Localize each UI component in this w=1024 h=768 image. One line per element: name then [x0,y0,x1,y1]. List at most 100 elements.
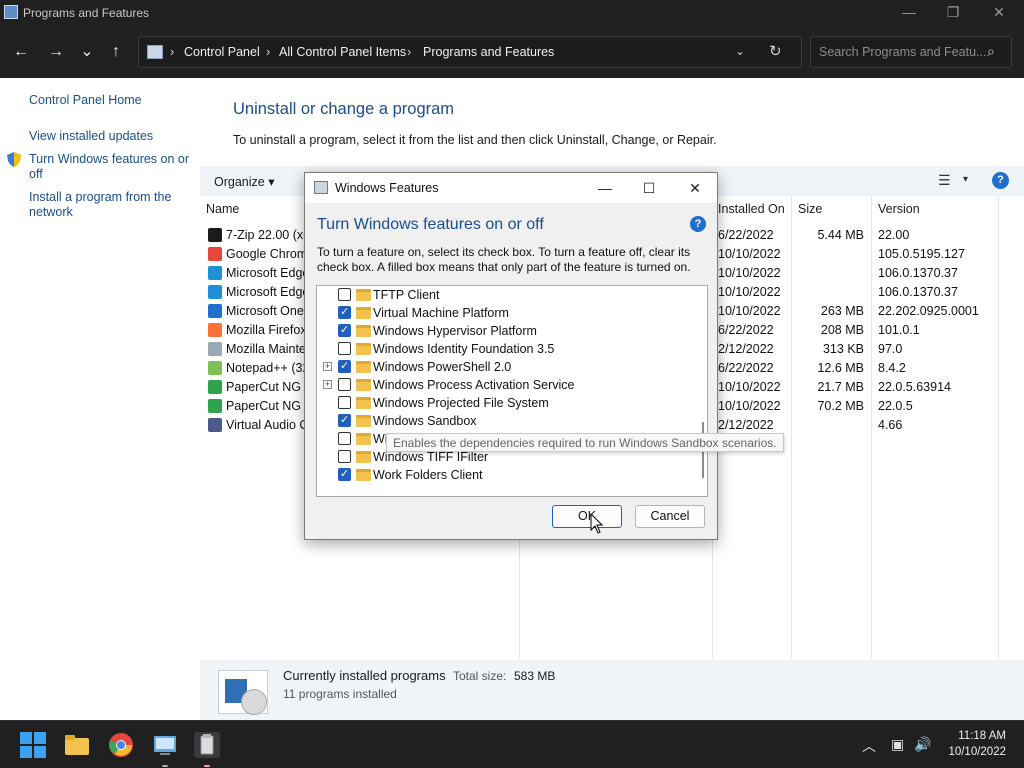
column-header-version[interactable]: Version [878,202,920,216]
feature-label: Virtual Machine Platform [373,306,509,320]
taskbar: ︿ ▣ 🔊 11:18 AM 10/10/2022 [0,720,1024,768]
breadcrumb-all-items[interactable]: All Control Panel Items [279,45,406,59]
feature-checkbox[interactable] [338,450,351,463]
feature-item[interactable]: Virtual Machine Platform [317,304,697,322]
feature-checkbox[interactable] [338,396,351,409]
program-size: 208 MB [820,323,864,337]
breadcrumb-programs-features[interactable]: Programs and Features [423,45,554,59]
address-bar[interactable]: › Control Panel › All Control Panel Item… [138,36,802,68]
feature-checkbox[interactable] [338,342,351,355]
search-box[interactable]: Search Programs and Featu... ⌕ [810,36,1012,68]
program-icon [208,228,222,242]
expand-icon[interactable]: + [323,362,332,371]
feature-label: Windows Sandbox [373,414,477,428]
feature-checkbox[interactable] [338,323,351,337]
control-panel-taskbar-icon[interactable] [152,732,178,758]
dialog-maximize-button[interactable]: ☐ [629,176,669,200]
feature-checkbox[interactable] [338,359,351,373]
feature-item[interactable]: Windows Hypervisor Platform [317,322,697,340]
column-header-size[interactable]: Size [798,202,822,216]
feature-label: Windows Identity Foundation 3.5 [373,342,555,356]
forward-button[interactable]: → [43,40,69,64]
help-icon[interactable]: ? [992,172,1009,189]
control-panel-home-link[interactable]: Control Panel Home [29,93,142,108]
feature-label: Windows PowerShell 2.0 [373,360,512,374]
tree-scrollbar[interactable] [698,286,707,496]
chrome-icon[interactable] [108,732,134,758]
recent-locations-button[interactable]: ⌄ [74,40,100,64]
cancel-button[interactable]: Cancel [635,505,705,528]
breadcrumb-separator-icon[interactable]: › [266,44,270,59]
feature-checkbox[interactable] [338,378,351,391]
program-version: 22.202.0925.0001 [878,304,979,318]
feature-checkbox[interactable] [338,288,351,301]
address-dropdown-icon[interactable]: ⌄ [735,44,745,58]
program-icon [208,380,222,394]
features-tree[interactable]: TFTP Client Virtual Machine Platform Windo… [316,285,708,497]
start-button[interactable] [20,732,46,758]
feature-checkbox[interactable] [338,305,351,319]
close-button[interactable]: ✕ [976,0,1022,26]
feature-item[interactable]: Windows Identity Foundation 3.5 [317,340,697,358]
dialog-close-button[interactable]: ✕ [675,176,715,200]
breadcrumb-separator-icon[interactable]: › [407,44,411,59]
view-options-icon[interactable]: ☰ [938,172,951,189]
programs-count: 11 programs installed [283,687,397,701]
feature-item[interactable]: + Windows Process Activation Service [317,376,697,394]
turn-windows-features-link[interactable]: Turn Windows features on or off [29,152,189,182]
network-icon[interactable]: ▣ [891,736,904,753]
breadcrumb-control-panel[interactable]: Control Panel [184,45,260,59]
feature-label: Windows Hypervisor Platform [373,324,537,338]
feature-checkbox[interactable] [338,432,351,445]
search-input[interactable]: Search Programs and Featu... [819,45,986,59]
file-explorer-icon[interactable] [64,732,90,758]
dialog-description: To turn a feature on, select its check b… [317,245,691,274]
program-version: 22.0.5.63914 [878,380,951,394]
view-options-chevron-icon[interactable]: ▾ [963,174,968,185]
show-hidden-icons-button[interactable]: ︿ [862,736,876,756]
feature-item[interactable]: Windows Sandbox [317,412,697,430]
clock-time[interactable]: 11:18 AM [948,730,1006,742]
back-button[interactable]: ← [8,40,34,64]
column-divider [998,196,999,658]
windows-features-taskbar-icon[interactable] [194,732,220,758]
minimize-button[interactable]: — [886,0,932,26]
install-link-line1[interactable]: Install a program from the [29,190,171,204]
installed-programs-label: Currently installed programs [283,668,446,683]
feature-item[interactable]: Work Folders Client [317,466,697,484]
feature-item[interactable]: TFTP Client [317,286,697,304]
clock-date[interactable]: 10/10/2022 [944,746,1006,758]
features-link-line2[interactable]: off [29,167,43,181]
install-link-line2[interactable]: network [29,205,73,219]
program-size: 21.7 MB [817,380,864,394]
expand-icon[interactable]: + [323,380,332,389]
up-button[interactable]: ↑ [103,40,129,64]
volume-icon[interactable]: 🔊 [914,736,931,753]
title-bar: Programs and Features — ❐ ✕ [0,0,1024,26]
program-name: Virtual Audio Cable [226,418,316,432]
maximize-button[interactable]: ❐ [930,0,976,26]
mouse-cursor-icon [590,513,604,534]
ok-button[interactable]: OK [552,505,622,528]
search-icon[interactable]: ⌕ [987,43,995,60]
total-size-value: 583 MB [514,669,556,683]
breadcrumb-separator-icon[interactable]: › [170,44,174,59]
program-icon [208,399,222,413]
features-link-line1[interactable]: Turn Windows features on or [29,152,189,166]
feature-checkbox[interactable] [338,413,351,427]
feature-item[interactable]: + Windows PowerShell 2.0 [317,358,697,376]
column-header-installed-on[interactable]: Installed On [718,202,785,216]
organize-button[interactable]: Organize ▾ [214,174,274,189]
folder-icon [356,379,371,391]
view-installed-updates-link[interactable]: View installed updates [29,129,153,144]
install-from-network-link[interactable]: Install a program from the network [29,190,171,220]
program-installed-on: 10/10/2022 [718,247,781,261]
dialog-help-icon[interactable]: ? [690,216,706,232]
feature-checkbox[interactable] [338,467,351,481]
column-header-name[interactable]: Name [206,202,239,216]
program-size: 12.6 MB [817,361,864,375]
refresh-icon[interactable]: ↻ [769,42,782,60]
feature-label: Work Folders Client [373,468,483,482]
feature-item[interactable]: Windows Projected File System [317,394,697,412]
dialog-minimize-button[interactable]: — [585,176,625,200]
